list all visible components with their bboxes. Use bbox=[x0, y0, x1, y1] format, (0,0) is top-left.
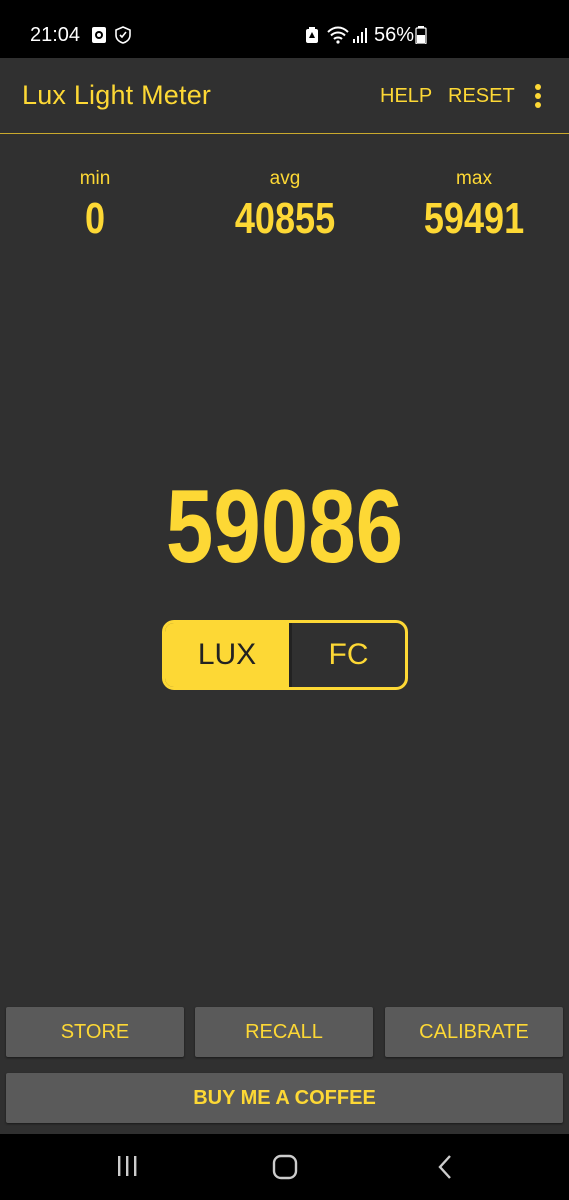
unit-fc-button[interactable]: FC bbox=[289, 623, 405, 687]
status-time: 21:04 bbox=[30, 24, 81, 46]
app-title: Lux Light Meter bbox=[22, 80, 212, 110]
battery-icon bbox=[415, 26, 427, 44]
store-button[interactable]: STORE bbox=[6, 1007, 184, 1057]
recent-apps-icon[interactable] bbox=[115, 1154, 139, 1178]
stat-min: min 0 bbox=[15, 168, 175, 244]
unit-toggle: LUX FC bbox=[162, 620, 408, 690]
stat-avg-value: 40855 bbox=[234, 194, 336, 243]
app-toolbar: Lux Light Meter HELP RESET bbox=[0, 58, 569, 134]
help-button[interactable]: HELP bbox=[380, 85, 432, 108]
recall-button[interactable]: RECALL bbox=[195, 1007, 373, 1057]
buy-me-a-coffee-button[interactable]: BUY ME A COFFEE bbox=[6, 1073, 563, 1123]
current-reading: 59086 bbox=[165, 469, 404, 585]
reset-button[interactable]: RESET bbox=[448, 85, 515, 108]
stat-avg-label: avg bbox=[269, 168, 301, 189]
stat-avg: avg 40855 bbox=[205, 168, 365, 244]
battery-saver-icon bbox=[306, 27, 318, 43]
stat-min-label: min bbox=[79, 168, 111, 189]
system-nav-bar bbox=[0, 1134, 569, 1200]
notification-app-icon bbox=[92, 27, 106, 43]
status-bar: 21:04 56% bbox=[0, 0, 569, 58]
unit-lux-button[interactable]: LUX bbox=[165, 623, 289, 687]
stat-max-value: 59491 bbox=[423, 194, 525, 243]
stat-max: max 59491 bbox=[394, 168, 554, 244]
stat-max-label: max bbox=[456, 168, 492, 189]
signal-icon bbox=[353, 28, 367, 43]
calibrate-button[interactable]: CALIBRATE bbox=[385, 1007, 563, 1057]
wifi-icon bbox=[327, 26, 349, 44]
stat-min-value: 0 bbox=[84, 194, 106, 243]
app-screen: Lux Light Meter HELP RESET min 0 avg 408… bbox=[0, 58, 569, 1134]
shield-icon bbox=[115, 26, 131, 44]
back-icon[interactable] bbox=[436, 1154, 454, 1180]
more-vert-icon[interactable] bbox=[528, 82, 548, 112]
home-icon[interactable] bbox=[272, 1154, 298, 1180]
battery-percent: 56% bbox=[374, 24, 415, 46]
